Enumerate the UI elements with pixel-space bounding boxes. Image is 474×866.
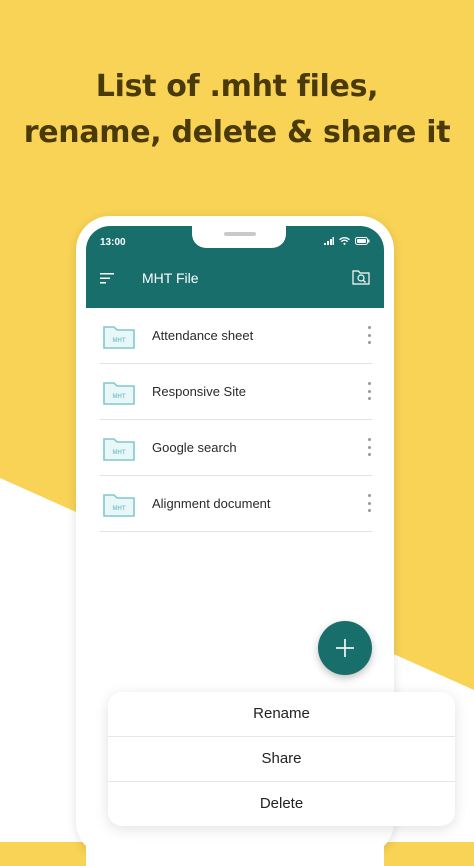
add-file-button[interactable] [318, 621, 372, 675]
headline-line-2: rename, delete & share it [23, 115, 451, 150]
mht-folder-label: MHT [113, 338, 126, 344]
list-item[interactable]: MHT Attendance sheet [100, 308, 372, 364]
list-item[interactable]: MHT Alignment document [100, 476, 372, 532]
file-list: MHT Attendance sheet MHT Responsive Site… [100, 308, 372, 532]
file-name: Google search [152, 440, 237, 455]
delete-menu-item[interactable]: Delete [108, 782, 455, 826]
wifi-icon [339, 237, 350, 245]
share-menu-item[interactable]: Share [108, 737, 455, 782]
file-name: Alignment document [152, 496, 271, 511]
mht-folder-label: MHT [113, 506, 126, 512]
plus-icon [336, 639, 354, 657]
more-options-icon[interactable] [366, 438, 372, 456]
list-item[interactable]: MHT Google search [100, 420, 372, 476]
more-options-icon[interactable] [366, 494, 372, 512]
mht-folder-icon: MHT [103, 382, 135, 405]
app-title: MHT File [142, 270, 199, 286]
rename-menu-item[interactable]: Rename [108, 692, 455, 737]
mht-folder-icon: MHT [103, 326, 135, 349]
list-item[interactable]: MHT Responsive Site [100, 364, 372, 420]
file-name: Responsive Site [152, 384, 246, 399]
more-options-icon[interactable] [366, 382, 372, 400]
status-icons [324, 237, 370, 245]
status-time: 13:00 [100, 237, 126, 248]
file-name: Attendance sheet [152, 328, 254, 343]
folder-search-icon[interactable] [352, 269, 370, 285]
more-options-icon[interactable] [366, 326, 372, 344]
battery-icon [355, 237, 370, 245]
mht-folder-label: MHT [113, 394, 126, 400]
mht-folder-icon: MHT [103, 438, 135, 461]
promo-headline: List of .mht files, rename, delete & sha… [0, 64, 474, 156]
headline-line-1: List of .mht files, [95, 69, 379, 104]
context-menu: Rename Share Delete [108, 692, 455, 826]
menu-icon[interactable] [100, 272, 116, 284]
app-bar: 13:00 MHT File [86, 226, 384, 308]
signal-icon [324, 237, 334, 245]
phone-notch [192, 226, 286, 248]
mht-folder-label: MHT [113, 450, 126, 456]
mht-folder-icon: MHT [103, 494, 135, 517]
